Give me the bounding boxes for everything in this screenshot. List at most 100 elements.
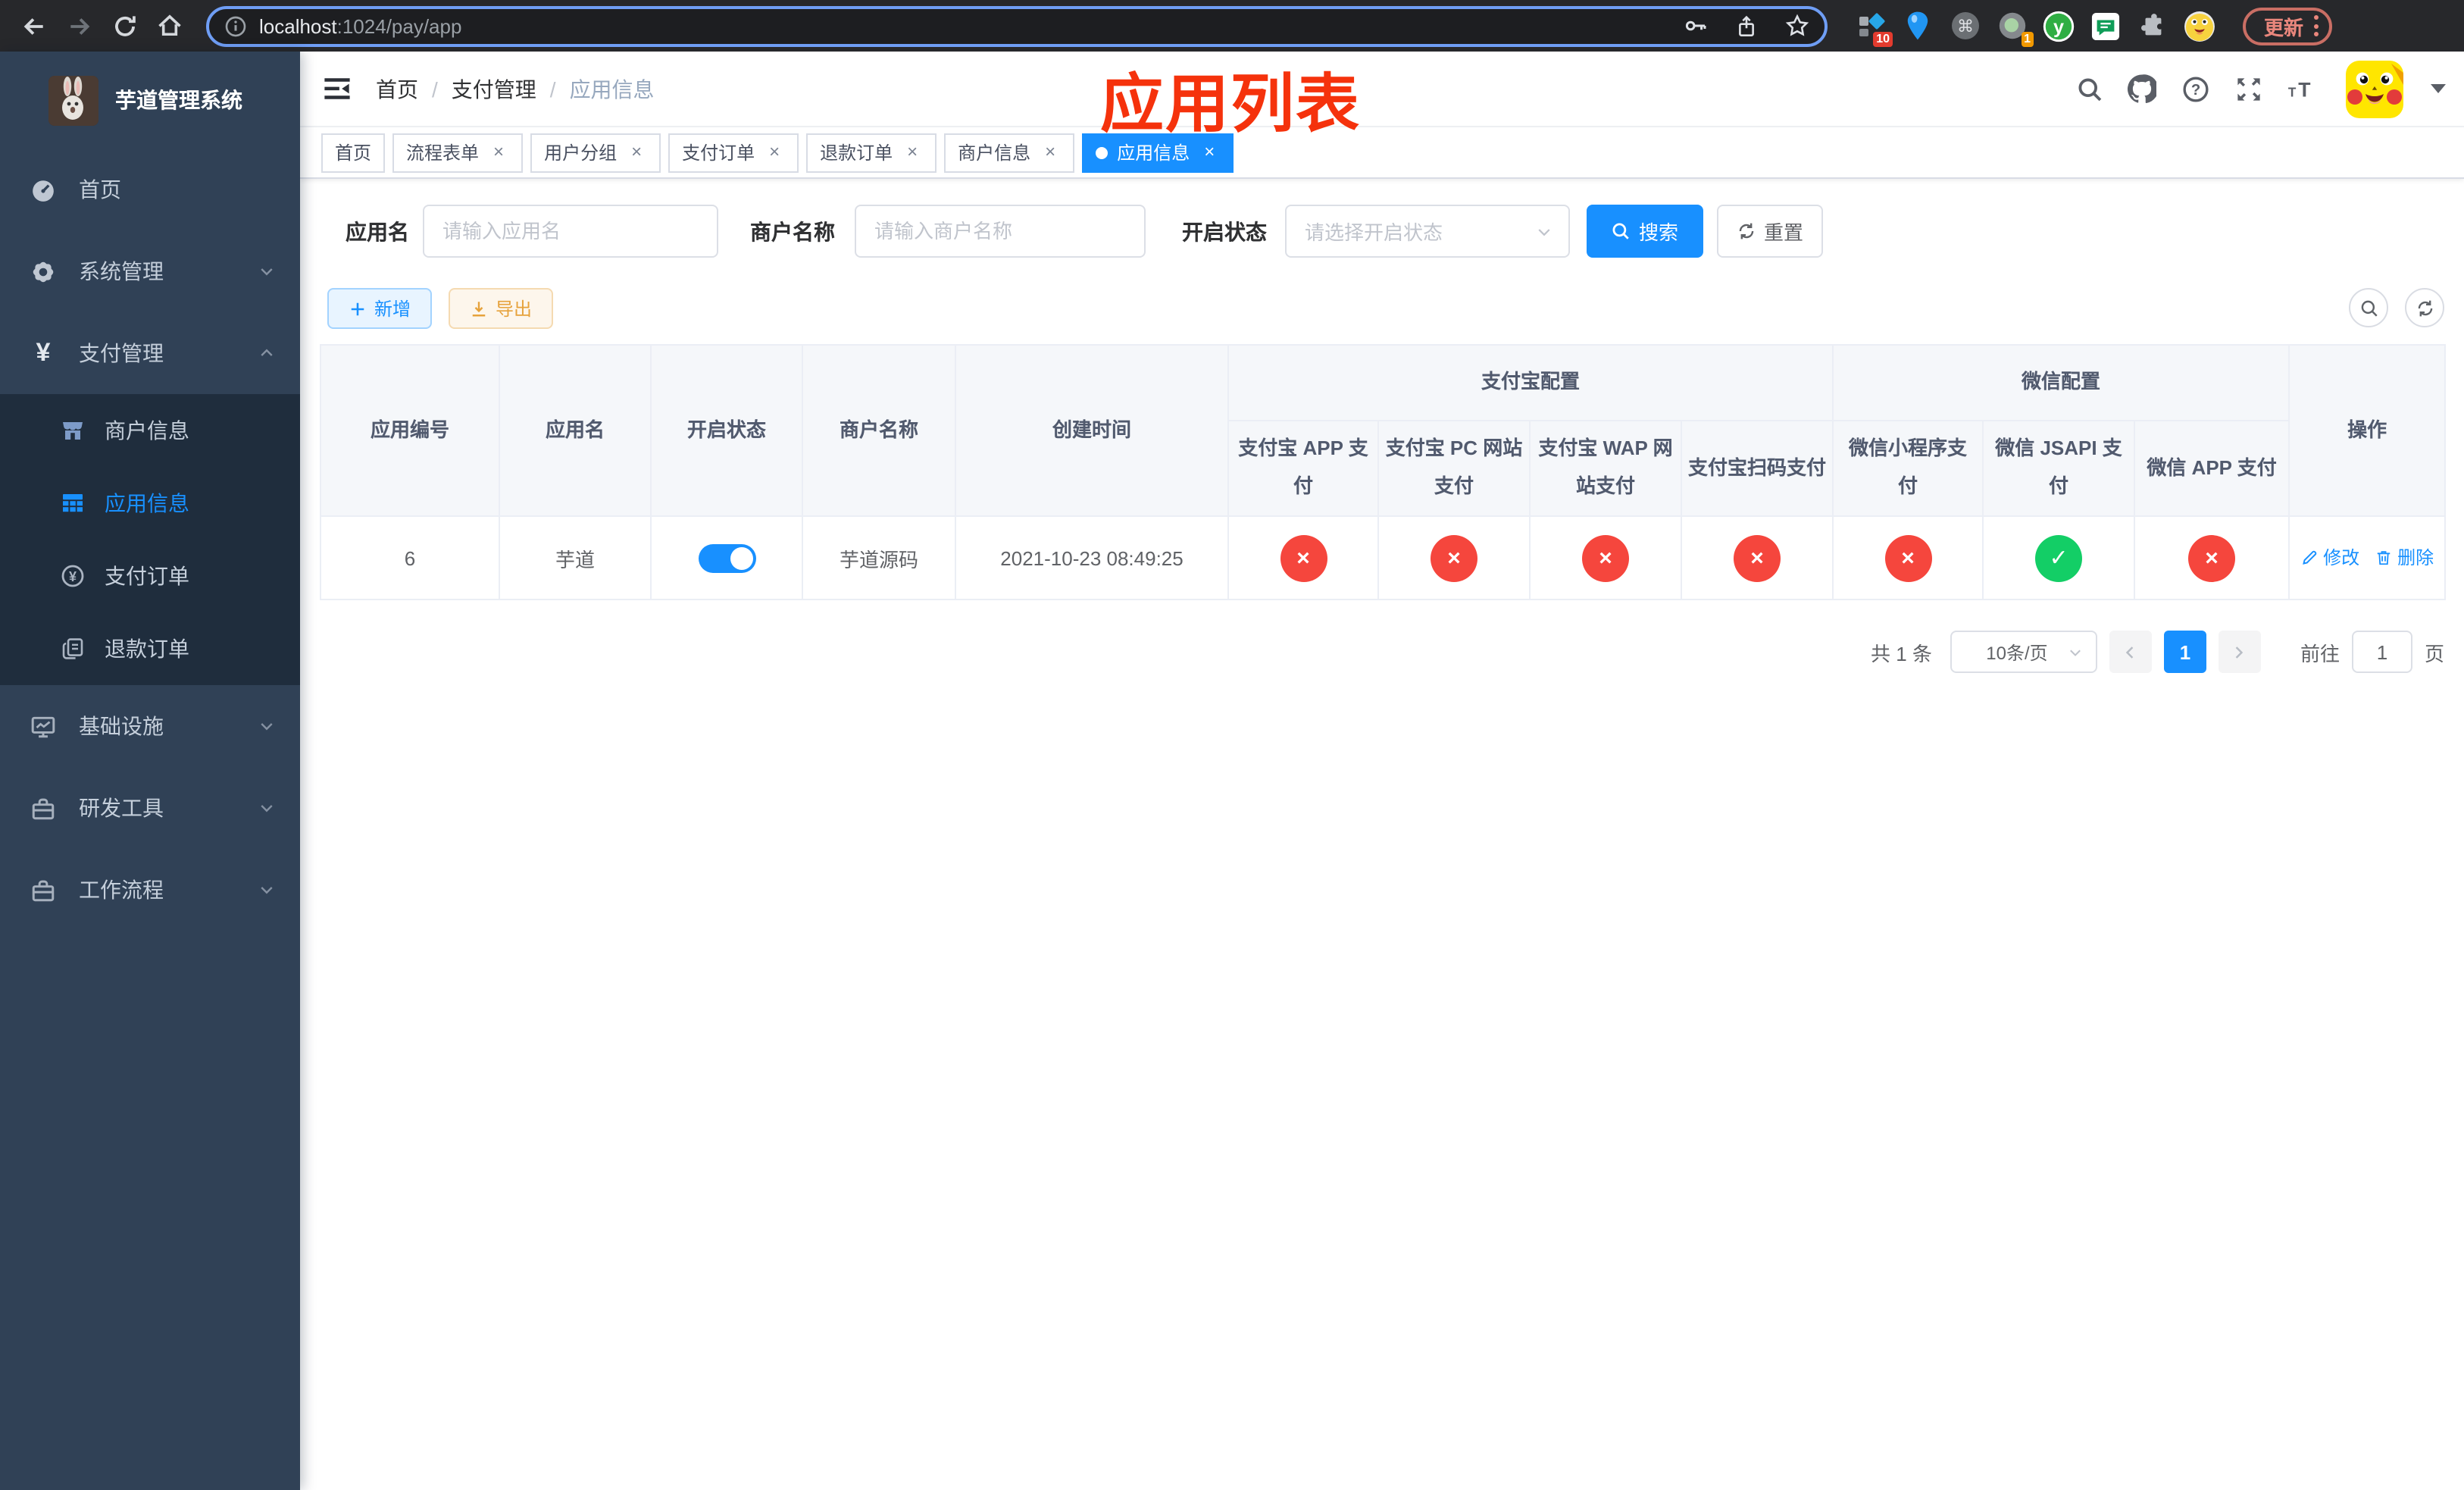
reset-button[interactable]: 重置 <box>1717 205 1823 258</box>
tag-view-bar: 首页 流程表单 × 用户分组 × 支付订单 × 退款订单 × 商户信息 × 应用信息 × <box>300 127 2464 179</box>
user-avatar[interactable] <box>2346 60 2403 117</box>
extension-gray-circle-icon[interactable]: 1 <box>1996 10 2034 46</box>
extension-puzzle-icon[interactable] <box>2137 10 2169 42</box>
refresh-icon[interactable] <box>2405 288 2444 327</box>
close-icon[interactable]: × <box>1199 141 1220 163</box>
password-key-icon[interactable] <box>1684 14 1708 38</box>
sidebar-menu: 首页 系统管理 ¥ 支付管理 商户信息 应用信息 ¥ 支付订单 退款订单 基础设… <box>0 149 300 931</box>
sidebar-item-infra[interactable]: 基础设施 <box>0 685 300 767</box>
page-number-active[interactable]: 1 <box>2163 631 2206 673</box>
share-icon[interactable] <box>1735 14 1758 37</box>
pagination: 共 1 条 10条/页 1 前往 页 <box>320 631 2444 673</box>
app-title: 芋道管理系统 <box>115 88 242 112</box>
cell-created: 2021-10-23 08:49:25 <box>955 515 1229 600</box>
cell-ops: 修改 删除 <box>2288 515 2447 600</box>
cell-wx-mini: × <box>1832 515 1984 600</box>
chevron-up-icon <box>258 344 276 362</box>
tag-user-group[interactable]: 用户分组 × <box>530 133 661 172</box>
sidebar-item-app-info[interactable]: 应用信息 <box>0 467 300 540</box>
sidebar-item-merchant-info[interactable]: 商户信息 <box>0 394 300 467</box>
sidebar-item-pay[interactable]: ¥ 支付管理 <box>0 312 300 394</box>
sidebar-item-dev-tools[interactable]: 研发工具 <box>0 767 300 849</box>
caret-down-icon[interactable] <box>2431 83 2446 94</box>
svg-text:?: ? <box>2190 81 2200 98</box>
pay-submenu: 商户信息 应用信息 ¥ 支付订单 退款订单 <box>0 394 300 685</box>
address-bar[interactable]: localhost:1024/pay/app <box>206 5 1828 46</box>
breadcrumb-current: 应用信息 <box>569 77 655 101</box>
toggle-search-icon[interactable] <box>2349 288 2388 327</box>
extension-smiley-avatar[interactable] <box>2184 10 2215 42</box>
next-page-button[interactable] <box>2218 631 2261 673</box>
breadcrumb-home[interactable]: 首页 <box>376 74 418 104</box>
sidebar-item-label: 首页 <box>79 177 121 202</box>
col-group-wechat: 微信配置 <box>1832 344 2290 421</box>
edit-button[interactable]: 修改 <box>2300 545 2359 571</box>
sidebar-fold-icon[interactable] <box>321 74 352 104</box>
goto-page-input[interactable] <box>2351 631 2412 673</box>
extension-chat-icon[interactable] <box>2090 10 2122 42</box>
tag-home[interactable]: 首页 <box>321 133 386 172</box>
breadcrumb: 首页 / 支付管理 / 应用信息 <box>376 74 655 104</box>
browser-reload-icon[interactable] <box>106 8 142 44</box>
browser-update-button[interactable]: 更新 <box>2243 7 2333 45</box>
fullscreen-icon[interactable] <box>2234 74 2262 103</box>
extension-command-icon[interactable]: ⌘ <box>1949 10 1981 42</box>
col-wx-app: 微信 APP 支付 <box>2134 420 2290 517</box>
search-icon[interactable] <box>2075 74 2103 103</box>
col-ops: 操作 <box>2288 344 2447 517</box>
browser-menu-icon[interactable] <box>2314 15 2319 36</box>
tag-app-info[interactable]: 应用信息 × <box>1082 133 1234 172</box>
browser-forward-icon[interactable] <box>61 8 97 44</box>
browser-back-icon[interactable] <box>15 8 52 44</box>
cell-alipay-wap: × <box>1529 515 1682 600</box>
svg-text:¥: ¥ <box>69 569 77 584</box>
enabled-switch[interactable] <box>698 543 755 572</box>
export-button[interactable]: 导出 <box>449 288 554 329</box>
search-button[interactable]: 搜索 <box>1587 205 1703 258</box>
github-icon[interactable] <box>2128 74 2156 103</box>
extension-y-icon[interactable]: y <box>2043 10 2075 42</box>
delete-button[interactable]: 删除 <box>2375 545 2434 571</box>
sidebar-item-label: 工作流程 <box>79 878 164 902</box>
enabled-status-select[interactable]: 请选择开启状态 <box>1285 205 1570 258</box>
cell-app-name: 芋道 <box>499 515 652 600</box>
sidebar-item-label: 商户信息 <box>105 418 189 443</box>
extensions-area: 10 ⌘ 1 y 更新 <box>1855 7 2333 46</box>
extension-blue-diamond-icon[interactable]: 10 <box>1855 10 1893 46</box>
breadcrumb-pay[interactable]: 支付管理 <box>452 74 536 104</box>
app-name-input[interactable] <box>423 205 718 258</box>
sidebar-item-pay-order[interactable]: ¥ 支付订单 <box>0 540 300 612</box>
sidebar-item-home[interactable]: 首页 <box>0 149 300 230</box>
sidebar-item-workflow[interactable]: 工作流程 <box>0 849 300 931</box>
close-icon[interactable]: × <box>626 141 647 163</box>
close-icon[interactable]: × <box>902 141 923 163</box>
sidebar-item-refund-order[interactable]: 退款订单 <box>0 612 300 685</box>
tag-pay-order[interactable]: 支付订单 × <box>668 133 799 172</box>
sidebar-item-system[interactable]: 系统管理 <box>0 230 300 312</box>
cell-wx-jsapi: ✓ <box>1982 515 2136 600</box>
tag-merchant-info[interactable]: 商户信息 × <box>944 133 1075 172</box>
add-button[interactable]: 新增 <box>327 288 433 329</box>
browser-home-icon[interactable] <box>152 8 188 44</box>
col-alipay-qr: 支付宝扫码支付 <box>1680 420 1834 517</box>
tag-refund-order[interactable]: 退款订单 × <box>806 133 937 172</box>
help-icon[interactable]: ? <box>2181 74 2209 103</box>
close-icon[interactable]: × <box>764 141 785 163</box>
close-icon[interactable]: × <box>1040 141 1061 163</box>
chevron-down-icon <box>1535 222 1553 240</box>
extension-balloon-icon[interactable] <box>1902 10 1934 42</box>
bookmark-star-icon[interactable] <box>1785 14 1809 38</box>
cell-app-id: 6 <box>320 515 500 600</box>
dashboard-icon <box>30 177 56 202</box>
close-icon[interactable]: × <box>488 141 509 163</box>
site-info-icon[interactable] <box>224 14 247 37</box>
font-size-icon[interactable]: TT <box>2287 74 2315 103</box>
page-size-select[interactable]: 10条/页 <box>1950 631 2097 673</box>
app-table: 应用编号 应用名 开启状态 商户名称 创建时间 支付宝配置 微信配置 操作 支付… <box>320 344 2447 600</box>
merchant-name-input[interactable] <box>855 205 1146 258</box>
app-logo-row[interactable]: 芋道管理系统 <box>0 52 300 127</box>
tag-process-form[interactable]: 流程表单 × <box>392 133 524 172</box>
total-count: 共 1 条 <box>1871 642 1932 665</box>
col-wx-mini: 微信小程序支付 <box>1832 420 1984 517</box>
prev-page-button[interactable] <box>2109 631 2152 673</box>
